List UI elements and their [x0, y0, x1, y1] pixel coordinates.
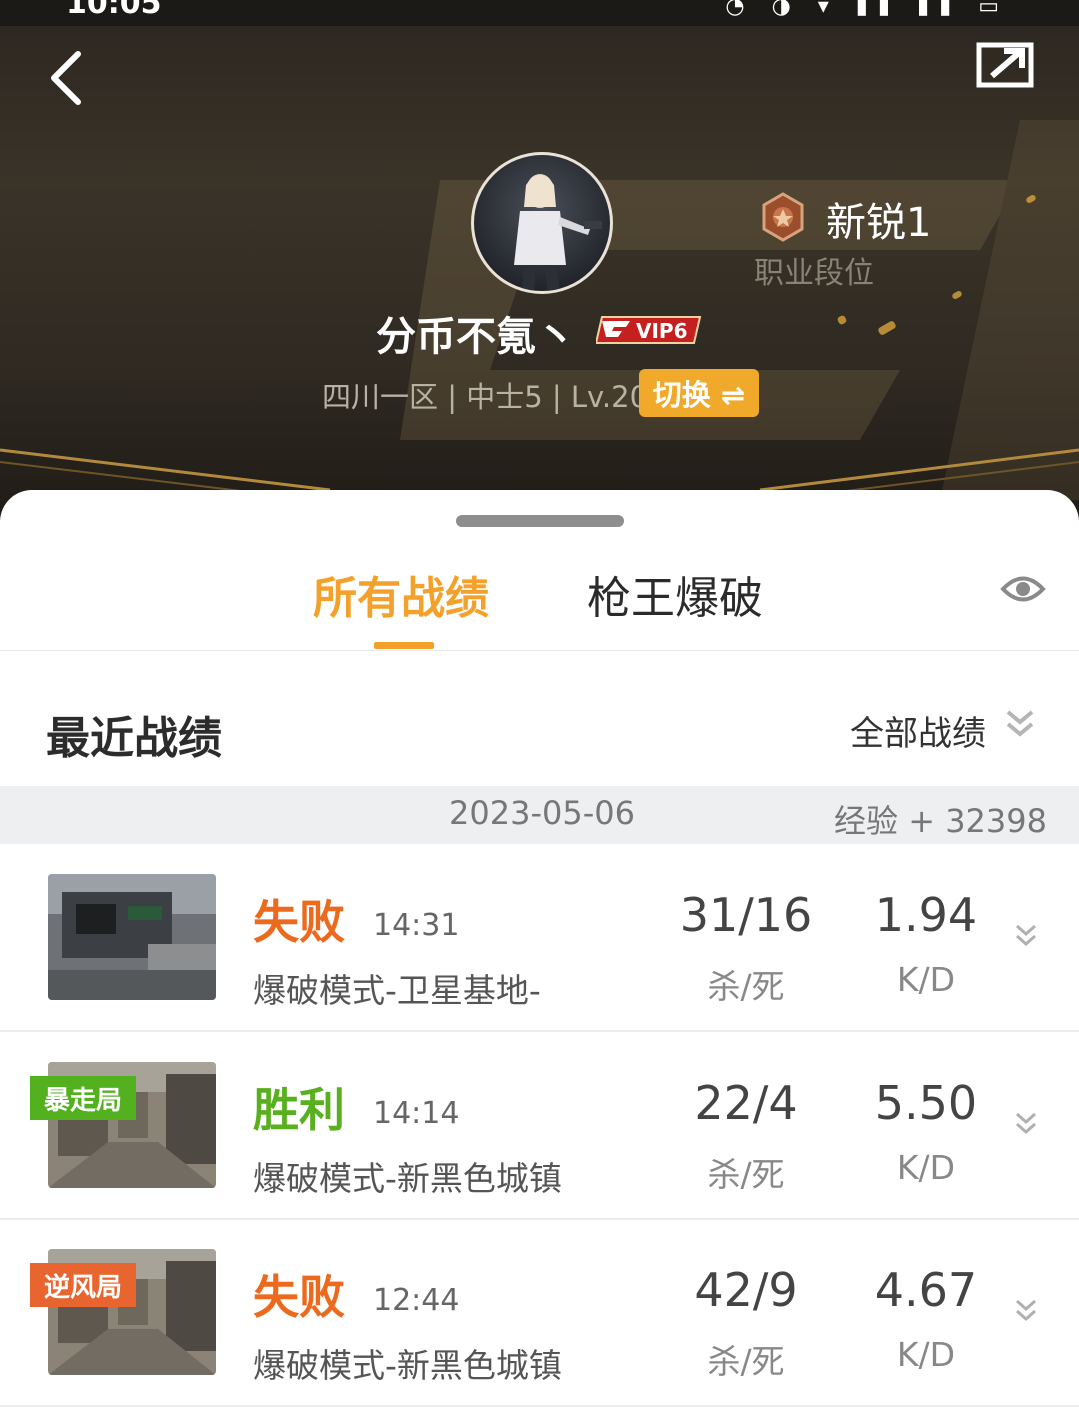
chevron-down-icon[interactable]: [1004, 708, 1036, 742]
kd-ratio-label: K/D: [896, 960, 956, 999]
match-mode: 爆破模式-新黑色城镇: [253, 1346, 562, 1385]
avatar-character-image: [514, 174, 602, 291]
match-time: 14:31: [373, 908, 460, 943]
match-tag-badge: 逆风局: [30, 1263, 137, 1307]
rank-name: 新锐1: [826, 200, 932, 246]
match-result: 失败: [253, 1270, 345, 1324]
player-nickname: 分币不氪丶: [376, 314, 576, 360]
kd-ratio-value: 1.94: [874, 888, 978, 942]
match-result: 失败: [253, 895, 345, 949]
group-date: 2023-05-06: [449, 794, 635, 832]
kill-death-value: 22/4: [694, 1076, 798, 1130]
match-row[interactable]: 失败 14:31 爆破模式-卫星基地- 31/16 杀/死 1.94 K/D: [0, 844, 1079, 1032]
share-icon[interactable]: [976, 42, 1034, 88]
avatar[interactable]: [471, 152, 613, 294]
rank-subtitle: 职业段位: [754, 256, 874, 291]
kd-ratio-label: K/D: [896, 1148, 956, 1187]
match-mode: 爆破模式-卫星基地-: [253, 971, 541, 1010]
kill-death-value: 31/16: [679, 888, 813, 942]
match-row[interactable]: 逆风局 失败 12:44 爆破模式-新黑色城镇 42/9 杀/死 4.67 K/…: [0, 1219, 1079, 1407]
tab-active-indicator: [374, 642, 434, 649]
eye-icon[interactable]: [1000, 572, 1046, 606]
vip-label: VIP6: [636, 319, 688, 343]
match-tag-badge: 暴走局: [30, 1076, 137, 1120]
vip-badge: VIP6: [596, 316, 702, 344]
match-time: 12:44: [373, 1283, 460, 1318]
match-time: 14:14: [373, 1096, 460, 1131]
status-bar: 10:05 ◔ ◑ ▾ ▮▮ ▮▮ ▭: [0, 0, 1079, 26]
expand-chevron-icon[interactable]: [1014, 1297, 1038, 1327]
match-result: 胜利: [253, 1083, 345, 1137]
status-icons: ◔ ◑ ▾ ▮▮ ▮▮ ▭: [725, 0, 1009, 19]
expand-chevron-icon[interactable]: [1014, 1110, 1038, 1140]
profile-header: 10:05 ◔ ◑ ▾ ▮▮ ▮▮ ▭ 新锐1 职业段位 分币不氪丶 VIP6 …: [0, 0, 1079, 520]
kd-ratio-value: 4.67: [874, 1263, 978, 1317]
switch-account-button[interactable]: 切换 ⇌: [639, 369, 759, 417]
tab-sniper-mode[interactable]: 枪王爆破: [587, 562, 763, 626]
kill-death-value: 42/9: [694, 1263, 798, 1317]
filter-dropdown-label[interactable]: 全部战绩: [850, 706, 986, 755]
back-arrow-icon[interactable]: [40, 42, 100, 112]
date-group-header: 2023-05-06 经验 + 32398: [0, 786, 1079, 844]
records-sheet: 所有战绩 枪王爆破 最近战绩 全部战绩 2023-05-06 经验 + 3239…: [0, 490, 1079, 1420]
match-mode: 爆破模式-新黑色城镇: [253, 1159, 562, 1198]
tab-divider: [0, 650, 1079, 651]
expand-chevron-icon[interactable]: [1014, 922, 1038, 952]
section-title: 最近战绩: [46, 713, 222, 764]
kd-ratio-label: K/D: [896, 1335, 956, 1374]
kd-ratio-value: 5.50: [874, 1076, 978, 1130]
tab-all-records[interactable]: 所有战绩: [313, 562, 489, 626]
rank-medal-icon: [762, 192, 804, 242]
group-exp: 经验 + 32398: [834, 802, 1047, 840]
kill-death-label: 杀/死: [707, 1342, 785, 1381]
server-info: 四川一区 | 中士5 | Lv.20: [322, 380, 649, 414]
map-thumbnail: [48, 874, 216, 1000]
status-time: 10:05: [66, 0, 162, 21]
kill-death-label: 杀/死: [707, 1155, 785, 1194]
match-row[interactable]: 暴走局 胜利 14:14 爆破模式-新黑色城镇 22/4 杀/死 5.50 K/…: [0, 1032, 1079, 1220]
drag-handle[interactable]: [456, 515, 624, 527]
kill-death-label: 杀/死: [707, 967, 785, 1006]
